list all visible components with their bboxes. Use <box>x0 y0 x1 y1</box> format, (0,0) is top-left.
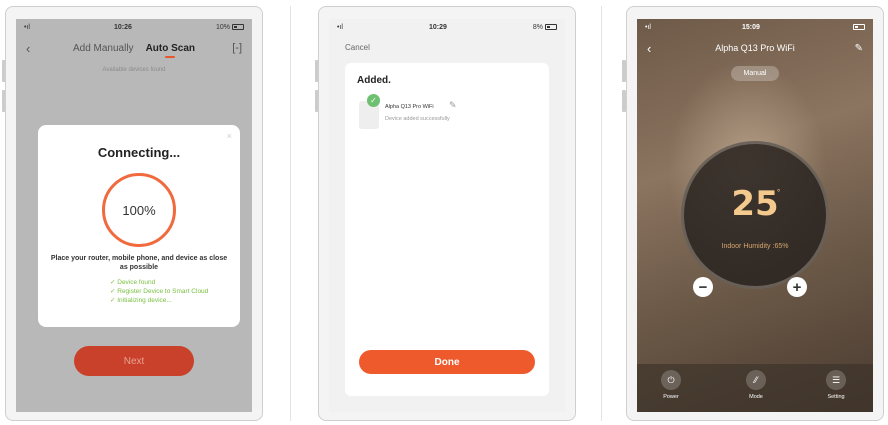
phone-frame-control: •ıl 15:09 ‹ Alpha Q13 Pro WiFi ✎ Manual … <box>626 6 884 421</box>
progress-ring: 100% <box>102 173 176 247</box>
mode-badge[interactable]: Manual <box>731 66 779 81</box>
mode-label: Mode <box>749 394 763 400</box>
available-devices-text: Available devices found <box>102 67 166 73</box>
step-item: ✓ Device found <box>110 279 156 286</box>
edit-icon[interactable]: ✎ <box>855 43 863 54</box>
temperature-dial[interactable]: 25 ° Indoor Humidity :65% <box>681 141 829 289</box>
divider <box>290 6 291 421</box>
page: •ıl 10:26 10% ‹ Add Manually Auto Scan [… <box>0 0 888 425</box>
battery-icon <box>852 23 865 30</box>
temperature-value: 25 <box>731 184 779 224</box>
mode-button[interactable]: ⁄⁄ Mode <box>736 370 776 400</box>
signal-icon: •ıl <box>24 23 30 31</box>
dialog-message: Place your router, mobile phone, and dev… <box>50 255 228 271</box>
progress-steps: ✓ Device found ✓ Register Device to Smar… <box>110 278 230 305</box>
back-icon[interactable]: ‹ <box>647 41 651 56</box>
connecting-screen: •ıl 10:26 10% ‹ Add Manually Auto Scan [… <box>16 19 252 412</box>
step-item: ✓ Register Device to Smart Cloud <box>110 288 209 295</box>
device-title: Alpha Q13 Pro WiFi <box>715 43 795 53</box>
nav-bar: ‹ Add Manually Auto Scan [-] <box>16 37 252 59</box>
next-button[interactable]: Next <box>74 346 194 376</box>
status-bar: •ıl 15:09 <box>637 19 873 35</box>
added-title: Added. <box>357 75 391 86</box>
setting-label: Setting <box>827 394 845 400</box>
dialog-title: Connecting... <box>97 145 181 160</box>
device-status: Device added successfully <box>385 116 450 122</box>
nav-bar: ‹ Alpha Q13 Pro WiFi ✎ <box>637 37 873 59</box>
setting-button[interactable]: ☰ Setting <box>816 370 856 400</box>
done-button[interactable]: Done <box>359 350 535 374</box>
battery-level <box>851 23 865 31</box>
added-screen: •ıl 10:29 8% Cancel Added. ✓ Alpha Q13 P… <box>329 19 565 412</box>
divider <box>601 6 602 421</box>
battery-icon <box>232 23 244 30</box>
phone-frame-connecting: •ıl 10:26 10% ‹ Add Manually Auto Scan [… <box>5 6 263 421</box>
status-bar: •ıl 10:29 8% <box>329 19 565 35</box>
battery-level: 10% <box>216 24 244 31</box>
step-item: ✓ Initializing device... <box>110 297 172 304</box>
setting-icon: ☰ <box>826 370 846 390</box>
power-icon: ⏻ <box>661 370 681 390</box>
connecting-dialog: × Connecting... 100% Place your router, … <box>38 125 240 327</box>
tab-auto-scan[interactable]: Auto Scan <box>146 43 195 58</box>
status-time: 15:09 <box>742 23 760 31</box>
device-name: Alpha Q13 Pro WiFi <box>385 104 434 110</box>
status-bar: •ıl 10:26 10% <box>16 19 252 35</box>
control-screen: •ıl 15:09 ‹ Alpha Q13 Pro WiFi ✎ Manual … <box>637 19 873 412</box>
signal-icon: •ıl <box>337 23 343 31</box>
scan-icon[interactable]: [-] <box>232 42 242 54</box>
increase-button[interactable]: + <box>787 277 807 297</box>
added-card: Added. ✓ Alpha Q13 Pro WiFi ✎ Device add… <box>345 63 549 396</box>
decrease-button[interactable]: − <box>693 277 713 297</box>
battery-level: 8% <box>533 24 557 31</box>
progress-value: 100% <box>122 202 156 218</box>
bottom-toolbar: ⏻ Power ⁄⁄ Mode ☰ Setting <box>637 364 873 412</box>
power-label: Power <box>663 394 679 400</box>
phone-frame-added: •ıl 10:29 8% Cancel Added. ✓ Alpha Q13 P… <box>318 6 576 421</box>
mode-icon: ⁄⁄ <box>746 370 766 390</box>
status-time: 10:29 <box>428 23 447 31</box>
temperature-unit: ° <box>777 188 781 197</box>
humidity-readout: Indoor Humidity :65% <box>721 243 789 250</box>
back-icon[interactable]: ‹ <box>26 41 30 56</box>
status-time: 10:26 <box>114 23 132 31</box>
check-icon: ✓ <box>367 94 380 107</box>
power-button[interactable]: ⏻ Power <box>651 370 691 400</box>
cancel-button[interactable]: Cancel <box>345 43 370 52</box>
tab-add-manually[interactable]: Add Manually <box>73 43 134 54</box>
close-icon[interactable]: × <box>227 131 232 141</box>
edit-icon[interactable]: ✎ <box>449 100 457 111</box>
battery-icon <box>544 23 557 30</box>
signal-icon: •ıl <box>645 23 651 31</box>
